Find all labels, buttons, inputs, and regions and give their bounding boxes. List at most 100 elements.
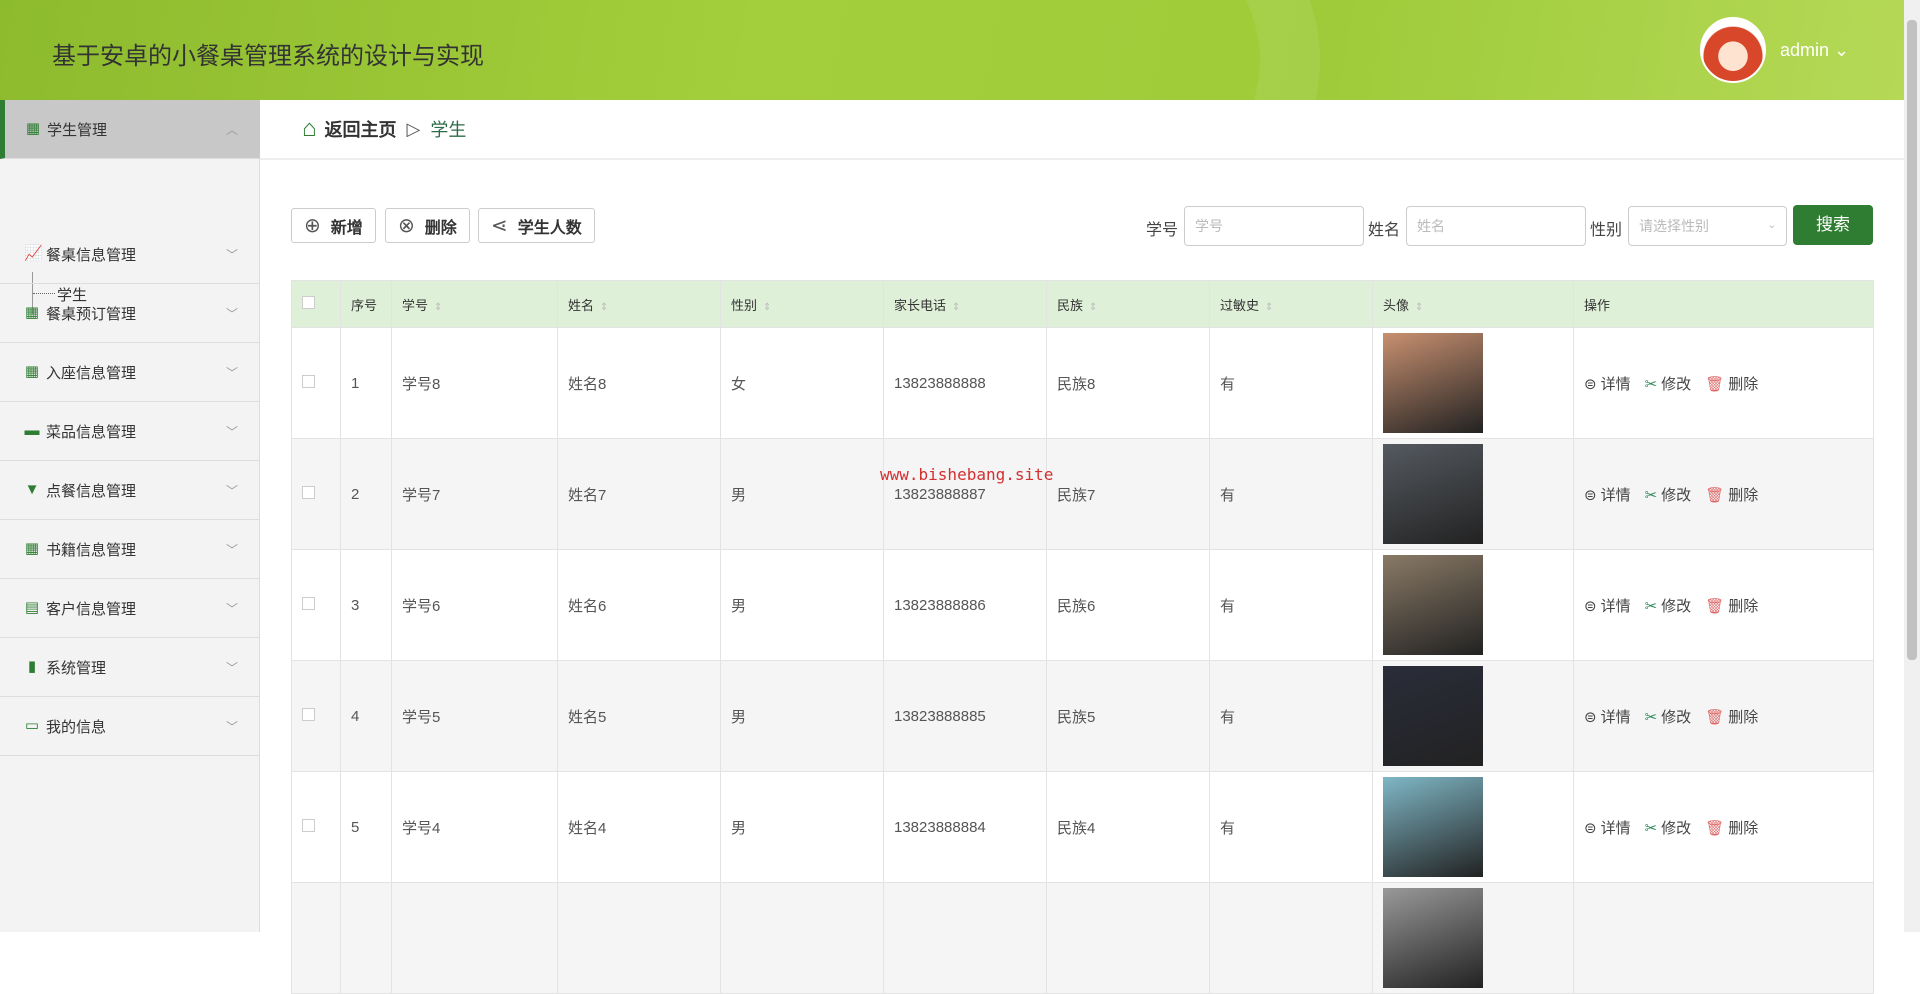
chevron-down-icon: ⌄ xyxy=(1767,220,1776,231)
detail-button[interactable]: ⊜ 详情 xyxy=(1584,487,1631,504)
row-checkbox[interactable] xyxy=(302,485,315,499)
cell-id: 学号7 xyxy=(391,438,558,550)
chevron-down-icon: ﹀ xyxy=(225,719,238,734)
avatar-image[interactable] xyxy=(1383,555,1483,655)
checkbox-cell xyxy=(291,882,341,994)
column-header[interactable]: 学号 ⇕ xyxy=(391,280,558,328)
cell-name: 姓名8 xyxy=(557,327,721,439)
sidebar-item[interactable]: ▬ 菜品信息管理 ﹀ xyxy=(0,402,260,461)
avatar-image[interactable] xyxy=(1383,666,1483,766)
row-delete-button[interactable]: 🗑 删除 xyxy=(1705,820,1758,837)
user-menu[interactable]: admin ⌄ xyxy=(1780,40,1849,61)
column-header[interactable]: 性别 ⇕ xyxy=(720,280,884,328)
row-checkbox[interactable] xyxy=(302,374,315,388)
table-row: 1 学号8 姓名8 女 13823888888 民族8 有 ⊜ 详情 ✂ 修改 🗑 删除 xyxy=(291,327,1874,439)
detail-button[interactable]: ⊜ 详情 xyxy=(1584,709,1631,726)
sort-icon[interactable]: ⇕ xyxy=(600,302,608,313)
detail-button[interactable]: ⊜ 详情 xyxy=(1584,376,1631,393)
cell-gender xyxy=(720,882,884,994)
home-icon[interactable]: ⌂ xyxy=(302,115,317,143)
column-header-label: 家长电话 xyxy=(894,297,947,313)
sidebar-item-label: 菜品信息管理 xyxy=(46,423,137,441)
row-delete-button[interactable]: 🗑 删除 xyxy=(1705,487,1758,504)
avatar-image[interactable] xyxy=(1383,888,1483,988)
chevron-down-icon: ⌄ xyxy=(1834,40,1850,60)
sidebar-item[interactable]: ▼ 点餐信息管理 ﹀ xyxy=(0,461,260,520)
column-header-label: 操作 xyxy=(1584,297,1611,313)
detail-button[interactable]: ⊜ 详情 xyxy=(1584,598,1631,615)
select-all-cell xyxy=(291,280,341,328)
sort-icon[interactable]: ⇕ xyxy=(434,302,442,313)
column-header[interactable]: 家长电话 ⇕ xyxy=(883,280,1047,328)
edit-button[interactable]: ✂ 修改 xyxy=(1645,376,1692,393)
breadcrumb-home[interactable]: 返回主页 xyxy=(325,116,397,142)
row-checkbox[interactable] xyxy=(302,707,315,721)
delete-label: 删除 xyxy=(1728,708,1759,726)
table-row: 5 学号4 姓名4 男 13823888884 民族4 有 ⊜ 详情 ✂ 修改 🗑 删除 xyxy=(291,771,1874,883)
edit-button[interactable]: ✂ 修改 xyxy=(1645,487,1692,504)
scrollbar[interactable] xyxy=(1904,0,1920,932)
cell-actions: ⊜ 详情 ✂ 修改 🗑 删除 xyxy=(1573,327,1874,439)
column-header-label: 头像 xyxy=(1383,297,1410,313)
sort-icon[interactable]: ⇕ xyxy=(763,302,771,313)
row-delete-button[interactable]: 🗑 删除 xyxy=(1705,598,1758,615)
table-row: 2 学号7 姓名7 男 13823888887 民族7 有 ⊜ 详情 ✂ 修改 🗑 删除 xyxy=(291,438,1874,550)
edit-button[interactable]: ✂ 修改 xyxy=(1645,709,1692,726)
sidebar-item[interactable]: ▦ 餐桌预订管理 ﹀ xyxy=(0,284,260,343)
sidebar-item[interactable]: ▮ 系统管理 ﹀ xyxy=(0,638,260,697)
row-checkbox[interactable] xyxy=(302,596,315,610)
id-input[interactable]: 学号 xyxy=(1184,206,1364,246)
avatar-image[interactable] xyxy=(1383,444,1483,544)
username: admin xyxy=(1780,40,1830,60)
edit-button[interactable]: ✂ 修改 xyxy=(1645,598,1692,615)
sort-icon[interactable]: ⇕ xyxy=(1265,302,1273,313)
sidebar-item[interactable]: 📈 餐桌信息管理 ﹀ xyxy=(0,225,260,284)
cell-nation xyxy=(1046,882,1210,994)
edit-label: 修改 xyxy=(1661,486,1692,504)
column-header[interactable]: 过敏史 ⇕ xyxy=(1209,280,1373,328)
sidebar-item-label: 点餐信息管理 xyxy=(46,482,137,500)
edit-button[interactable]: ✂ 修改 xyxy=(1645,820,1692,837)
avatar-image[interactable] xyxy=(1383,333,1483,433)
column-header: 序号 xyxy=(340,280,392,328)
detail-button[interactable]: ⊜ 详情 xyxy=(1584,820,1631,837)
sort-icon[interactable]: ⇕ xyxy=(952,302,960,313)
sort-icon[interactable]: ⇕ xyxy=(1415,302,1423,313)
cell-allergy: 有 xyxy=(1209,549,1373,661)
cell-phone: 13823888888 xyxy=(883,327,1047,439)
scrollbar-thumb[interactable] xyxy=(1907,20,1917,660)
column-header[interactable]: 头像 ⇕ xyxy=(1372,280,1574,328)
gender-select[interactable]: 请选择性别 ⌄ xyxy=(1628,206,1787,246)
add-button[interactable]: ⊕ 新增 xyxy=(291,208,376,243)
grid-icon: ▦ xyxy=(25,120,41,137)
delete-label: 删除 xyxy=(1728,375,1759,393)
search-button[interactable]: 搜索 xyxy=(1793,205,1873,245)
chevron-down-icon: ﹀ xyxy=(225,660,238,675)
trash-icon: 🗑 xyxy=(1705,708,1725,726)
cell-nation: 民族7 xyxy=(1046,438,1210,550)
student-count-button[interactable]: ⋖ 学生人数 xyxy=(478,208,595,243)
cell-no: 2 xyxy=(340,438,392,550)
column-header-label: 过敏史 xyxy=(1220,297,1260,313)
sidebar-item[interactable]: ▤ 客户信息管理 ﹀ xyxy=(0,579,260,638)
sidebar-item[interactable]: ▭ 我的信息 ﹀ xyxy=(0,697,260,756)
brush-icon: ▼ xyxy=(24,481,40,498)
cell-actions xyxy=(1573,882,1874,994)
sidebar-item[interactable]: ▦ 入座信息管理 ﹀ xyxy=(0,343,260,402)
sort-icon[interactable]: ⇕ xyxy=(1089,302,1097,313)
row-delete-button[interactable]: 🗑 删除 xyxy=(1705,376,1758,393)
row-checkbox[interactable] xyxy=(302,818,315,832)
sidebar-item[interactable]: ▦ 书籍信息管理 ﹀ xyxy=(0,520,260,579)
delete-button[interactable]: ⊗ 删除 xyxy=(385,208,470,243)
column-header[interactable]: 姓名 ⇕ xyxy=(557,280,721,328)
detail-label: 详情 xyxy=(1600,819,1631,837)
name-input[interactable]: 姓名 xyxy=(1406,206,1586,246)
sidebar-item[interactable]: ▦ 学生管理 ︿ xyxy=(0,100,260,159)
user-avatar[interactable] xyxy=(1700,17,1766,83)
avatar-image[interactable] xyxy=(1383,777,1483,877)
column-header[interactable]: 民族 ⇕ xyxy=(1046,280,1210,328)
row-delete-button[interactable]: 🗑 删除 xyxy=(1705,709,1758,726)
plus-circle-icon: ⊕ xyxy=(304,215,321,237)
cell-name: 姓名6 xyxy=(557,549,721,661)
select-all-checkbox[interactable] xyxy=(302,296,315,309)
